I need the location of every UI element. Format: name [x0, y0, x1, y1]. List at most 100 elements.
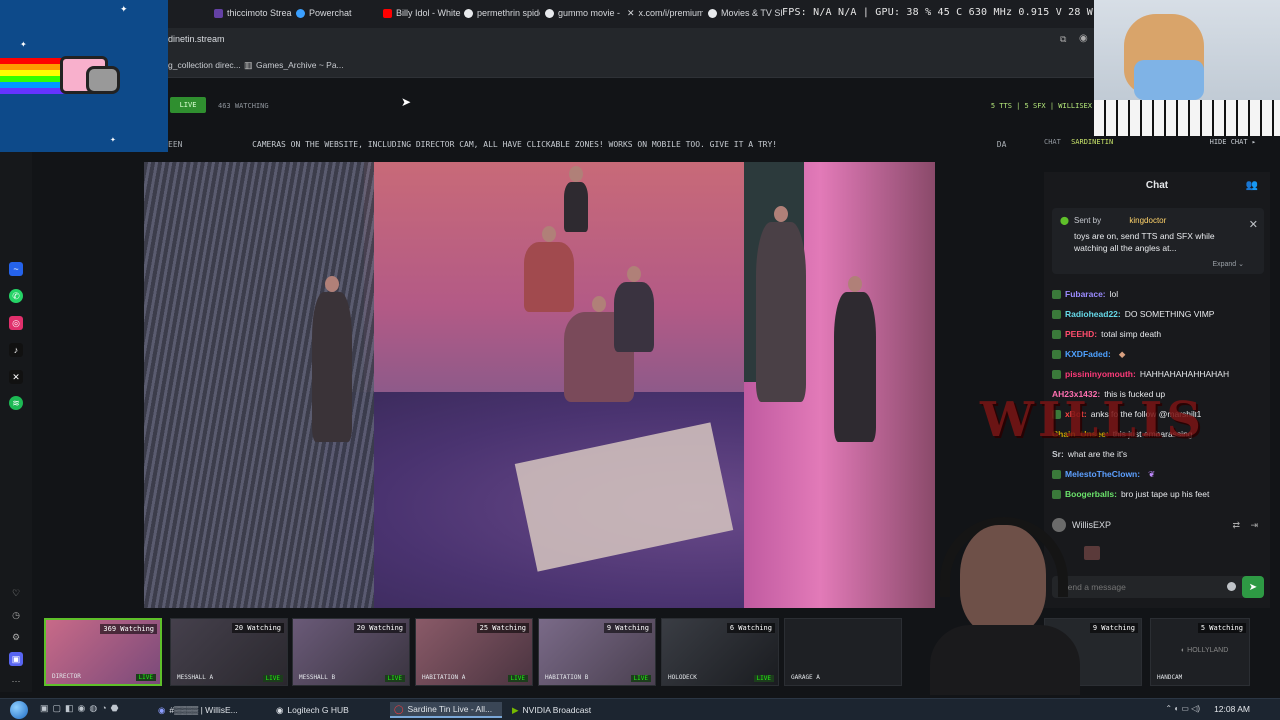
emote-icon: ❦	[1148, 468, 1156, 479]
main-video-player[interactable]	[144, 162, 935, 608]
powerchat-icon	[296, 8, 305, 18]
star-icon: ✦	[120, 4, 128, 14]
chat-message: PEEHD: total simp death	[1052, 324, 1268, 344]
taskbar: ▣▢◧◉◍◔⬣ ◉ #▒▒▒▒ | WillisE... ◉ Logitech G …	[0, 698, 1280, 720]
cat-shirt	[1134, 60, 1204, 100]
emote-picker-icon[interactable]	[1084, 546, 1100, 560]
tab-powerchat[interactable]: Powerchat	[296, 4, 374, 22]
spotify-icon[interactable]: ≋	[9, 396, 23, 410]
streamer-body	[930, 625, 1080, 695]
thumb-live: LIVE	[753, 675, 774, 682]
camera-thumb-director[interactable]: 369 Watching DIRECTOR LIVE	[44, 618, 162, 686]
chat-input-box[interactable]: ➤	[1052, 576, 1264, 598]
share-icon[interactable]: ⧉	[1060, 34, 1066, 45]
bookmarks-bar: g_collection direc... ▥ Games_Archive ~ …	[0, 52, 1280, 78]
pinned-text: toys are on, send TTS and SFX while watc…	[1074, 231, 1215, 253]
thumb-live: LIVE	[507, 675, 528, 682]
bluesky-icon[interactable]: ~	[9, 262, 23, 276]
instagram-icon[interactable]: ◎	[9, 316, 23, 330]
camera-thumb-garage-a[interactable]: GARAGE A	[784, 618, 902, 686]
url-text[interactable]: dinetin.stream	[168, 34, 225, 44]
ticker-left: EEN	[168, 140, 183, 149]
translate-icon[interactable]: ⇄	[1232, 520, 1240, 531]
system-tray[interactable]: ⌃ ◐ ▭ ◁)	[1165, 704, 1200, 713]
tab-x-premium[interactable]: ✕ x.com/i/premium	[627, 4, 703, 22]
chat-input[interactable]	[1062, 580, 1222, 594]
tab-gummo[interactable]: gummo movie -	[545, 4, 621, 22]
camera-thumb-handcam[interactable]: 5 Watching ◐ HOLLYLAND HANDCAM	[1150, 618, 1250, 686]
hide-chat-button[interactable]: HIDE CHAT ▸	[1210, 138, 1256, 146]
thumb-label: HANDCAM	[1157, 674, 1183, 681]
tab-permethrin[interactable]: permethrin spide	[464, 4, 540, 22]
badge-icon	[1052, 329, 1061, 339]
taskbar-discord[interactable]: ◉ #▒▒▒▒ | WillisE...	[154, 702, 260, 718]
app-icon[interactable]: ▣	[9, 652, 23, 666]
willis-logo-overlay: WILLIS	[980, 392, 1205, 448]
video-person-head	[592, 296, 606, 312]
settings-icon[interactable]: ⚙	[9, 630, 23, 644]
badge-icon	[1052, 489, 1061, 499]
watching-count: 463 WATCHING	[218, 102, 269, 110]
camera-thumbnails: 369 Watching DIRECTOR LIVE 20 Watching M…	[44, 618, 1274, 686]
more-icon[interactable]: ⋯	[9, 674, 23, 688]
thumb-live: LIVE	[630, 675, 651, 682]
video-person	[524, 226, 574, 312]
history-icon[interactable]: ◷	[9, 608, 23, 622]
streamer-head	[960, 525, 1046, 635]
chat-message: KXDFaded: ◆	[1052, 344, 1268, 364]
bookmark-games-archive[interactable]: Games_Archive ~ Pa...	[256, 60, 344, 70]
camera-icon[interactable]: ◉	[1079, 33, 1088, 44]
tab-billy-idol[interactable]: Billy Idol - White	[383, 4, 463, 22]
taskbar-sardine-tin[interactable]: ◯ Sardine Tin Live - All...	[390, 702, 502, 718]
thumb-watching: 9 Watching	[1089, 623, 1138, 633]
users-icon[interactable]: 👥	[1246, 180, 1258, 191]
nvidia-icon: ▶	[512, 704, 519, 715]
ticker-right: DA	[996, 140, 1007, 149]
taskbar-nvidia-broadcast[interactable]: ▶ NVIDIA Broadcast	[508, 702, 620, 718]
google-icon	[545, 8, 554, 18]
chat-header: CHAT SARDINETIN HIDE CHAT ▸	[1044, 138, 1270, 156]
chat-message: Radiohead22: DO SOMETHING VIMP	[1052, 304, 1268, 324]
thumb-label: HABITATION A	[422, 674, 466, 681]
mouse-cursor: ➤	[401, 95, 412, 109]
tab-thiccimoto[interactable]: thiccimoto Strea	[214, 4, 296, 22]
popout-icon[interactable]: ⇥	[1250, 520, 1258, 531]
whatsapp-icon[interactable]: ✆	[9, 289, 23, 303]
record-icon[interactable]	[1227, 582, 1236, 591]
video-person	[756, 206, 806, 402]
tab-movies[interactable]: Movies & TV Sh	[708, 4, 782, 22]
camera-thumb-messhall-a[interactable]: 20 Watching MESSHALL A LIVE	[170, 618, 288, 686]
send-button[interactable]: ➤	[1242, 576, 1264, 598]
thumb-watching: 9 Watching	[603, 623, 652, 633]
camera-thumb-messhall-b[interactable]: 20 Watching MESSHALL B LIVE	[292, 618, 410, 686]
camera-thumb-holodeck[interactable]: 6 Watching HOLODECK LIVE	[661, 618, 779, 686]
badge-icon	[1052, 349, 1061, 359]
twitch-icon	[214, 8, 223, 18]
bookmark-collection[interactable]: g_collection direc...	[168, 60, 241, 70]
thumb-watching: 369 Watching	[100, 624, 157, 634]
google-icon	[708, 8, 717, 18]
social-rail: ~ ✆ ◎ ♪ ✕ ≋ ♡ ◷ ⚙ ▣ ⋯	[0, 152, 32, 692]
x-icon[interactable]: ✕	[9, 370, 23, 384]
site-header: LIVE 463 WATCHING 5 TTS | 5 SFX | WILLIS…	[168, 92, 1094, 118]
google-icon	[464, 8, 473, 18]
chat-message: pissininyomouth: HAHHAHAHAHHAHAH	[1052, 364, 1268, 384]
tts-info[interactable]: 5 TTS | 5 SFX | WILLISEX	[991, 102, 1092, 110]
camera-thumb-habitation-b[interactable]: 9 Watching HABITATION B LIVE	[538, 618, 656, 686]
badge-icon	[1052, 309, 1061, 319]
expand-button[interactable]: Expand ⌄	[1212, 260, 1244, 268]
taskbar-logitech[interactable]: ◉ Logitech G HUB	[272, 702, 384, 718]
pinned-apps: ▣▢◧◉◍◔⬣	[40, 703, 123, 713]
heart-icon[interactable]: ♡	[9, 586, 23, 600]
thumb-watching: 5 Watching	[1197, 623, 1246, 633]
pinned-message[interactable]: ⬤ Sent by kingdoctor toys are on, send T…	[1052, 208, 1264, 274]
badge-icon	[1052, 289, 1061, 299]
camera-thumb-habitation-a[interactable]: 25 Watching HABITATION A LIVE	[415, 618, 533, 686]
announcement-ticker: EEN CAMERAS ON THE WEBSITE, INCLUDING DI…	[168, 140, 1038, 154]
ticker-text: CAMERAS ON THE WEBSITE, INCLUDING DIRECT…	[252, 140, 778, 149]
address-bar[interactable]: dinetin.stream ⧉ ◉	[0, 28, 1280, 52]
tiktok-icon[interactable]: ♪	[9, 343, 23, 357]
start-button[interactable]	[10, 701, 28, 719]
thumb-watching: 20 Watching	[353, 623, 406, 633]
close-icon[interactable]: ✕	[1249, 218, 1258, 231]
